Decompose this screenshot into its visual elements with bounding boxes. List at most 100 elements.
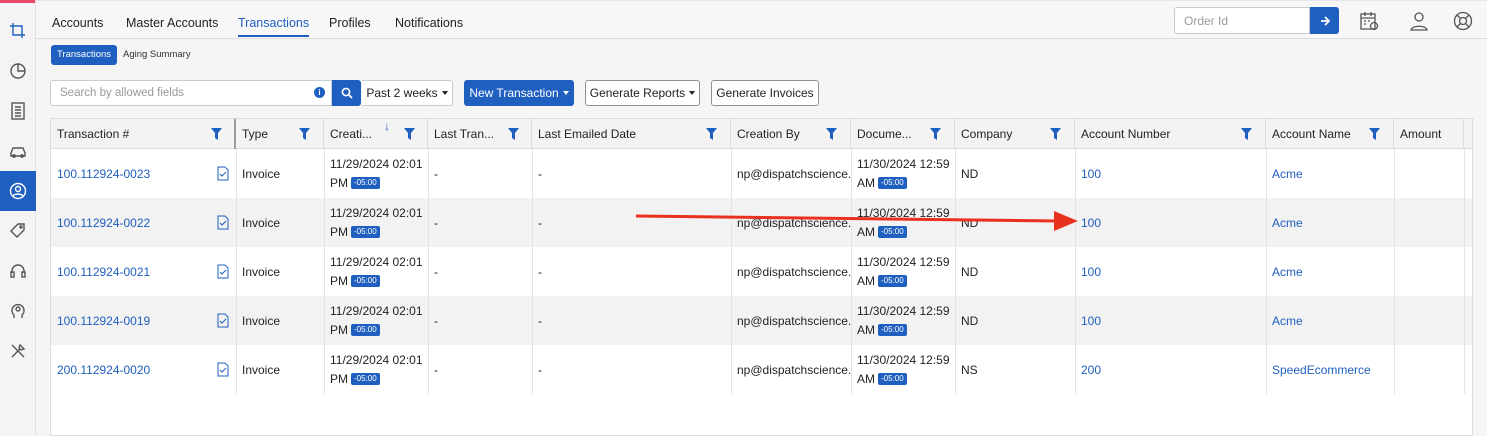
account-number-link[interactable]: 200: [1075, 345, 1266, 394]
table-row[interactable]: 200.112924-0020 Invoice 11/29/2024 02:01 PM…: [51, 345, 1472, 394]
account-number-link[interactable]: 100: [1075, 149, 1266, 198]
lifebuoy-icon[interactable]: [1452, 10, 1474, 32]
document-icon[interactable]: [217, 264, 229, 279]
creation-date-text: 11/29/2024 02:01: [330, 254, 423, 269]
tab-master-accounts[interactable]: Master Accounts: [126, 16, 218, 30]
table-row[interactable]: 100.112924-0022 Invoice 11/29/2024 02:01 PM…: [51, 198, 1472, 247]
table-row[interactable]: 100.112924-0023 Invoice 11/29/2024 02:01 PM…: [51, 149, 1472, 198]
headset-icon[interactable]: [0, 251, 36, 291]
account-number-link[interactable]: 100: [1075, 198, 1266, 247]
filter-icon[interactable]: [1050, 128, 1061, 140]
account-name-link[interactable]: Acme: [1266, 198, 1394, 247]
document-time-ampm: AM: [857, 273, 875, 288]
head-gear-icon[interactable]: [0, 291, 36, 331]
transaction-number-link[interactable]: 100.112924-0019: [51, 296, 211, 345]
subtab-aging-summary[interactable]: Aging Summary: [117, 45, 197, 65]
filter-icon[interactable]: [508, 128, 519, 140]
company-cell: ND: [961, 215, 979, 230]
tools-icon[interactable]: [0, 331, 36, 371]
creation-time-ampm: PM: [330, 371, 348, 386]
period-label: Past 2 weeks: [366, 86, 438, 100]
filter-icon[interactable]: [706, 128, 717, 140]
search-input[interactable]: [51, 81, 301, 105]
col-label: Last Tran...: [434, 127, 495, 141]
creation-time-ampm: PM: [330, 322, 348, 337]
creation-by-cell: np@dispatchscience...: [737, 166, 851, 181]
account-name-link[interactable]: Acme: [1266, 247, 1394, 296]
filter-icon[interactable]: [404, 128, 415, 140]
filter-icon[interactable]: [1369, 128, 1380, 140]
col-label: Creation By: [737, 127, 800, 141]
column-divider: [731, 149, 732, 394]
transactions-grid: Transaction # Type Creati... Last Tran..…: [50, 118, 1473, 436]
type-cell: Invoice: [242, 362, 281, 377]
sort-desc-icon[interactable]: ↓: [384, 119, 390, 133]
creation-date-cell: 11/29/2024 02:01 PM -05:00: [324, 247, 428, 296]
tab-notifications[interactable]: Notifications: [395, 16, 463, 30]
order-id-input[interactable]: [1174, 7, 1310, 34]
filter-icon[interactable]: [1241, 128, 1252, 140]
table-row[interactable]: 100.112924-0021 Invoice 11/29/2024 02:01 PM…: [51, 247, 1472, 296]
filter-icon[interactable]: [211, 128, 222, 140]
col-type[interactable]: Type: [236, 119, 324, 149]
user-icon[interactable]: [1408, 10, 1430, 32]
filter-icon[interactable]: [299, 128, 310, 140]
column-divider: [236, 149, 237, 394]
col-transaction-number[interactable]: Transaction #: [51, 119, 236, 149]
account-name-link[interactable]: Acme: [1266, 296, 1394, 345]
document-icon[interactable]: [217, 313, 229, 328]
new-transaction-button[interactable]: New Transaction: [464, 80, 574, 106]
document-icon[interactable]: [217, 362, 229, 377]
creation-date-text: 11/29/2024 02:01: [330, 303, 423, 318]
table-row[interactable]: 100.112924-0019 Invoice 11/29/2024 02:01 PM…: [51, 296, 1472, 345]
creation-date-cell: 11/29/2024 02:01 PM -05:00: [324, 198, 428, 247]
creation-date-text: 11/29/2024 02:01: [330, 352, 423, 367]
account-number-link[interactable]: 100: [1075, 247, 1266, 296]
account-name-link[interactable]: SpeedEcommerce: [1266, 345, 1394, 394]
pie-chart-icon[interactable]: [0, 51, 36, 91]
creation-date-text: 11/29/2024 02:01: [330, 156, 423, 171]
transaction-number-link[interactable]: 200.112924-0020: [51, 345, 211, 394]
info-icon[interactable]: i: [314, 87, 325, 98]
document-list-icon[interactable]: [0, 91, 36, 131]
col-last-emailed-date[interactable]: Last Emailed Date: [532, 119, 731, 149]
document-icon[interactable]: [217, 215, 229, 230]
calendar-icon[interactable]: [1358, 10, 1380, 32]
transaction-number-link[interactable]: 100.112924-0021: [51, 247, 211, 296]
user-circle-icon[interactable]: [0, 171, 36, 211]
column-divider: [428, 149, 429, 394]
crop-icon[interactable]: [0, 11, 36, 51]
col-label: Last Emailed Date: [538, 127, 637, 141]
period-dropdown[interactable]: Past 2 weeks: [362, 80, 453, 106]
order-go-button[interactable]: [1310, 7, 1339, 34]
generate-reports-button[interactable]: Generate Reports: [585, 80, 700, 106]
col-label: Creati...: [330, 127, 373, 141]
search-button[interactable]: [332, 80, 361, 106]
column-divider: [1464, 149, 1465, 394]
transaction-number-link[interactable]: 100.112924-0022: [51, 198, 211, 247]
transaction-number-link[interactable]: 100.112924-0023: [51, 149, 211, 198]
col-account-number[interactable]: Account Number: [1075, 119, 1266, 149]
col-label: Transaction #: [57, 127, 130, 141]
creation-date-cell: 11/29/2024 02:01 PM -05:00: [324, 149, 428, 198]
column-divider: [1394, 149, 1395, 394]
account-name-link[interactable]: Acme: [1266, 149, 1394, 198]
col-amount[interactable]: Amount: [1394, 119, 1464, 149]
col-label: Amount: [1400, 127, 1442, 141]
filter-icon[interactable]: [930, 128, 941, 140]
filter-icon[interactable]: [826, 128, 837, 140]
last-emailed-cell: -: [538, 264, 542, 279]
tab-transactions[interactable]: Transactions: [238, 16, 310, 37]
document-date-text: 11/30/2024 12:59: [857, 254, 950, 269]
car-icon[interactable]: [0, 131, 36, 171]
tab-profiles[interactable]: Profiles: [329, 16, 371, 30]
generate-invoices-button[interactable]: Generate Invoices: [711, 80, 819, 106]
subtab-transactions[interactable]: Transactions: [51, 45, 118, 65]
price-tag-icon[interactable]: [0, 211, 36, 251]
arrow-right-icon: [1320, 15, 1330, 26]
type-cell: Invoice: [242, 264, 281, 279]
document-icon[interactable]: [217, 166, 229, 181]
tab-accounts[interactable]: Accounts: [52, 16, 103, 30]
new-transaction-label: New Transaction: [469, 86, 559, 100]
account-number-link[interactable]: 100: [1075, 296, 1266, 345]
